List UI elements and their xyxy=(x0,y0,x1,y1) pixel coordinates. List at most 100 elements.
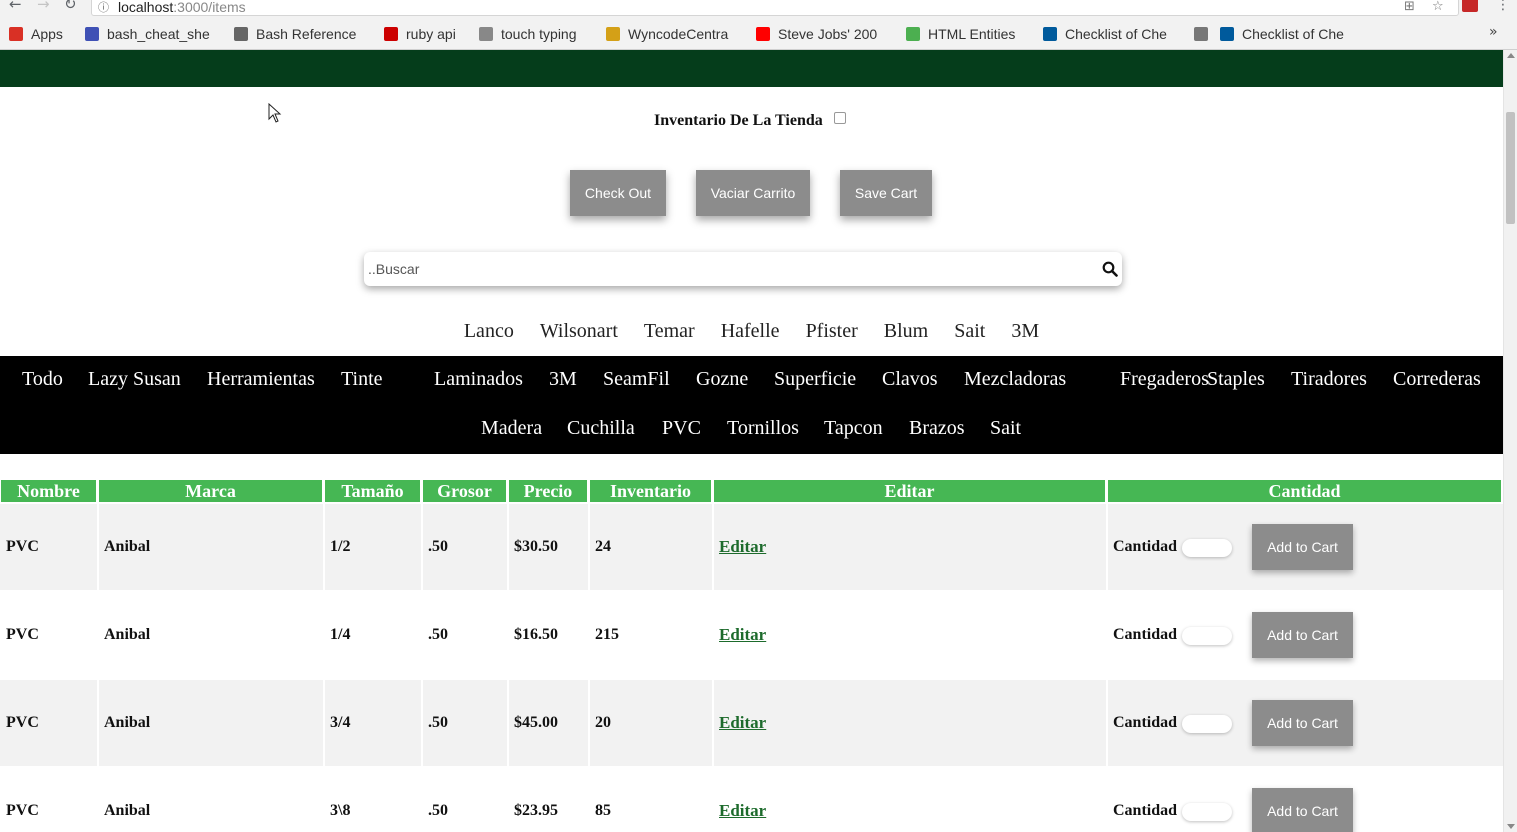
category-link[interactable]: Superficie xyxy=(774,368,856,391)
category-link[interactable]: Cuchilla xyxy=(567,417,635,440)
brand-link[interactable]: Wilsonart xyxy=(540,320,618,346)
search-box xyxy=(364,252,1122,286)
bookmark-label: Steve Jobs' 200 xyxy=(778,26,878,42)
search-icon[interactable] xyxy=(1102,261,1118,277)
add-to-cart-button[interactable]: Add to Cart xyxy=(1252,612,1353,658)
add-to-cart-button[interactable]: Add to Cart xyxy=(1252,524,1353,570)
category-link[interactable]: Laminados xyxy=(434,368,523,391)
brand-link[interactable]: Temar xyxy=(644,320,695,346)
quantity-input[interactable] xyxy=(1182,715,1232,733)
header-marca: Marca xyxy=(99,480,322,502)
cell-tamano: 3\8 xyxy=(330,802,351,819)
bookmark-item[interactable]: Bash Reference xyxy=(234,25,374,43)
save-cart-button[interactable]: Save Cart xyxy=(840,170,932,216)
bookmark-item[interactable]: WyncodeCentra xyxy=(606,25,746,43)
address-bar[interactable]: ⓘ localhost:3000/items ⊞ ☆ xyxy=(91,0,1459,16)
quantity-input[interactable] xyxy=(1182,539,1232,557)
category-link[interactable]: PVC xyxy=(662,417,701,440)
bookmark-item[interactable] xyxy=(1194,25,1214,43)
table-row: PVC Anibal 1/2 .50 $30.50 24 Editar Cantidad Add… xyxy=(0,504,1503,590)
category-link[interactable]: Tinte xyxy=(341,368,383,391)
bookmark-label: bash_cheat_she xyxy=(107,26,210,42)
reload-icon[interactable]: ↻ xyxy=(64,0,77,13)
category-link[interactable]: Tapcon xyxy=(824,417,883,440)
category-link[interactable]: Herramientas xyxy=(207,368,315,391)
brand-link[interactable]: Lanco xyxy=(464,320,514,346)
brand-link[interactable]: Pfister xyxy=(806,320,858,346)
cell-inventario: 20 xyxy=(595,714,611,731)
add-to-cart-button[interactable]: Add to Cart xyxy=(1252,700,1353,746)
browser-toolbar: ← → ↻ ⓘ localhost:3000/items ⊞ ☆ ⋮ xyxy=(0,0,1517,16)
search-input[interactable] xyxy=(368,260,1068,278)
page-scrollbar[interactable] xyxy=(1503,50,1517,832)
category-link[interactable]: Sait xyxy=(990,417,1021,440)
category-link[interactable]: Correderas xyxy=(1393,368,1481,391)
cell-precio: $16.50 xyxy=(514,626,558,643)
bookmark-item[interactable]: Checklist of Che xyxy=(1043,25,1183,43)
scroll-down-icon[interactable] xyxy=(1507,824,1515,829)
checkout-button[interactable]: Check Out xyxy=(570,170,666,216)
w3c-icon xyxy=(1043,27,1057,41)
bookmarks-more-icon[interactable]: » xyxy=(1489,24,1498,40)
bookmark-item[interactable]: touch typing xyxy=(479,25,599,43)
brand-link[interactable]: Blum xyxy=(884,320,928,346)
category-link[interactable]: Madera xyxy=(481,417,542,440)
back-icon[interactable]: ← xyxy=(9,0,22,13)
bookmark-item[interactable]: bash_cheat_she xyxy=(85,25,225,43)
inventory-checkbox[interactable] xyxy=(834,112,846,124)
brand-filter-list: Lanco Wilsonart Temar Hafelle Pfister Blum Sai… xyxy=(0,320,1503,346)
cell-nombre: PVC xyxy=(6,714,39,731)
quantity-input[interactable] xyxy=(1182,803,1232,821)
cell-marca: Anibal xyxy=(104,802,151,819)
scroll-up-icon[interactable] xyxy=(1507,53,1515,58)
bookmark-item[interactable]: HTML Entities xyxy=(906,25,1036,43)
empty-cart-button[interactable]: Vaciar Carrito xyxy=(696,170,810,216)
cell-editar: Editar xyxy=(714,680,1105,766)
category-link[interactable]: Fregaderos xyxy=(1120,368,1209,391)
column-divider xyxy=(507,504,509,832)
bookmark-label: Bash Reference xyxy=(256,26,357,42)
ruby-icon xyxy=(384,27,398,41)
translate-icon[interactable]: ⊞ xyxy=(1404,0,1415,14)
extension-icon[interactable] xyxy=(1462,0,1478,12)
category-link[interactable]: 3M xyxy=(549,368,577,391)
brand-link[interactable]: Sait xyxy=(954,320,985,346)
category-link[interactable]: Staples xyxy=(1207,368,1265,391)
bookmark-item[interactable]: Apps xyxy=(9,25,79,43)
bookmark-item[interactable]: Checklist of Che xyxy=(1220,25,1355,43)
add-to-cart-button[interactable]: Add to Cart xyxy=(1252,788,1353,832)
cell-nombre: PVC xyxy=(6,626,39,643)
info-icon[interactable]: ⓘ xyxy=(98,0,109,15)
column-divider xyxy=(421,504,423,832)
star-icon[interactable]: ☆ xyxy=(1432,0,1444,14)
edit-link[interactable]: Editar xyxy=(719,537,766,557)
category-link[interactable]: Mezcladoras xyxy=(964,368,1066,391)
category-link[interactable]: Lazy Susan xyxy=(88,368,181,391)
quantity-input[interactable] xyxy=(1182,627,1232,645)
edit-link[interactable]: Editar xyxy=(719,625,766,645)
column-divider xyxy=(588,504,590,832)
category-link[interactable]: SeamFil xyxy=(603,368,670,391)
bookmark-label: Apps xyxy=(31,26,63,42)
edit-link[interactable]: Editar xyxy=(719,713,766,733)
header-cantidad: Cantidad xyxy=(1108,480,1501,502)
category-link[interactable]: Todo xyxy=(22,368,63,391)
forward-icon[interactable]: → xyxy=(37,0,50,13)
category-link[interactable]: Gozne xyxy=(696,368,748,391)
bookmark-item[interactable]: Steve Jobs' 200 xyxy=(756,25,896,43)
bookmark-item[interactable]: ruby api xyxy=(384,25,469,43)
cell-marca: Anibal xyxy=(104,714,151,731)
browser-menu-icon[interactable]: ⋮ xyxy=(1496,0,1510,13)
brand-link[interactable]: 3M xyxy=(1011,320,1039,346)
category-link[interactable]: Tiradores xyxy=(1291,368,1367,391)
edit-link[interactable]: Editar xyxy=(719,801,766,821)
bookmarks-bar: Apps bash_cheat_she Bash Reference ruby api… xyxy=(0,16,1517,50)
category-link[interactable]: Brazos xyxy=(909,417,965,440)
cell-precio: $30.50 xyxy=(514,538,558,555)
category-link[interactable]: Clavos xyxy=(882,368,938,391)
category-nav: Todo Lazy Susan Herramientas Tinte Laminados… xyxy=(0,356,1503,454)
brand-link[interactable]: Hafelle xyxy=(721,320,780,346)
scroll-thumb[interactable] xyxy=(1506,112,1515,224)
quantity-label: Cantidad xyxy=(1113,626,1178,643)
category-link[interactable]: Tornillos xyxy=(727,417,799,440)
